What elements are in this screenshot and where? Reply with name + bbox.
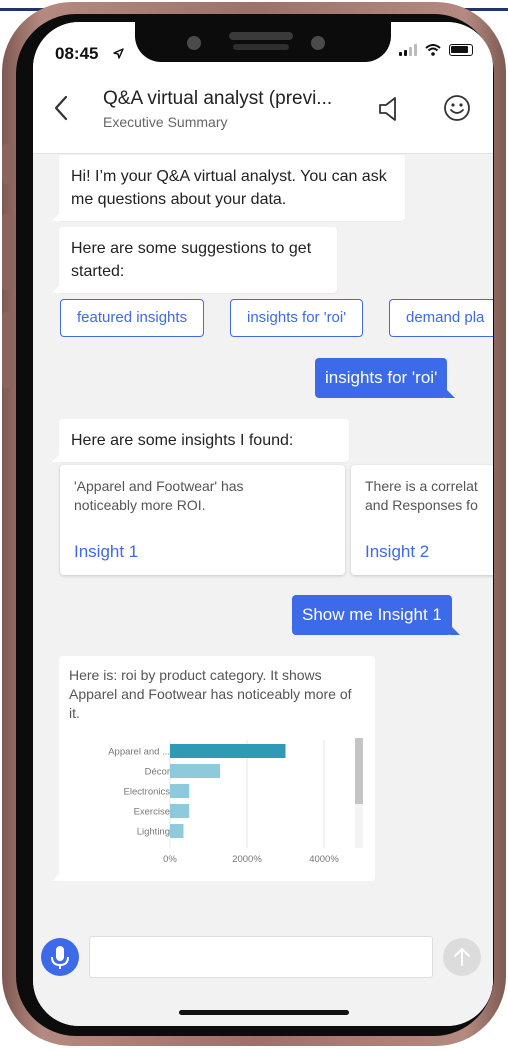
- insight-1-link[interactable]: Insight 1: [74, 542, 138, 562]
- chart-category-label: Lighting: [137, 827, 170, 838]
- message-input[interactable]: [89, 936, 433, 978]
- bot-greeting-message: Hi! I’m your Q&A virtual analyst. You ca…: [52, 155, 405, 221]
- insight-card-text-line: and Responses fo: [365, 497, 478, 513]
- page-subtitle: Executive Summary: [103, 114, 228, 130]
- chart-x-tick-label: 0%: [163, 854, 177, 865]
- chart-scrollbar-thumb[interactable]: [355, 738, 363, 804]
- suggestion-chip-demand-planning[interactable]: demand pla: [389, 299, 493, 337]
- insight-card-text-line: 'Apparel and Footwear' has: [74, 478, 244, 494]
- chart-bar[interactable]: [170, 744, 286, 758]
- front-camera: [187, 36, 201, 50]
- chart-category-label: Exercise: [134, 807, 170, 818]
- up-arrow-icon: [454, 948, 470, 966]
- suggestion-chip-featured-insights[interactable]: featured insights: [60, 299, 205, 337]
- chart-bar[interactable]: [170, 784, 190, 798]
- suggestion-chip-insights-roi[interactable]: insights for 'roi': [230, 299, 364, 337]
- microphone-button[interactable]: [41, 938, 79, 976]
- app-header: Q&A virtual analyst (previ... Executive …: [33, 72, 493, 154]
- phone-screen: 08:45 Q&A virtual analyst (previ... Exec…: [33, 22, 493, 1026]
- status-time: 08:45: [55, 44, 99, 63]
- wifi-icon: [425, 44, 441, 56]
- chart-category-label: Décor: [145, 767, 170, 778]
- speaker-icon[interactable]: [377, 96, 401, 122]
- suggestions-text: Here are some suggestions to get started…: [71, 240, 312, 280]
- chart-x-tick-label: 4000%: [309, 854, 339, 865]
- volume-up-button: [2, 214, 12, 290]
- earpiece-grille: [233, 44, 289, 50]
- chart-x-tick-label: 2000%: [232, 854, 262, 865]
- greeting-text: Hi! I’m your Q&A virtual analyst. You ca…: [71, 168, 387, 208]
- microphone-icon: [51, 946, 69, 969]
- roi-bar-chart[interactable]: Apparel and ... Décor Electronics Exercise L…: [59, 736, 375, 876]
- insights-intro-text: Here are some insights I found:: [71, 432, 294, 449]
- status-icons: [399, 44, 473, 56]
- home-indicator: [179, 1010, 349, 1015]
- chart-bar[interactable]: [170, 804, 190, 818]
- back-arrow-icon[interactable]: [53, 94, 69, 122]
- page-title: Q&A virtual analyst (previ...: [103, 88, 333, 109]
- battery-icon: [449, 44, 473, 56]
- bot-chart-message: Here is: roi by product category. It sho…: [52, 656, 375, 881]
- insight-card[interactable]: There is a correlat and Responses fo Ins…: [351, 465, 493, 575]
- user-message: Show me Insight 1: [292, 595, 460, 635]
- phone-frame: 08:45 Q&A virtual analyst (previ... Exec…: [2, 2, 506, 1046]
- chart-caption: Here is: roi by product category. It sho…: [69, 667, 352, 721]
- location-arrow-icon: [113, 48, 124, 59]
- chart-category-label: Electronics: [124, 787, 171, 798]
- insight-card-text-line: noticeably more ROI.: [74, 497, 206, 513]
- insight-2-link[interactable]: Insight 2: [365, 542, 429, 562]
- device-notch: [135, 22, 391, 62]
- chart-bar[interactable]: [170, 764, 221, 778]
- smiley-feedback-icon[interactable]: [443, 94, 471, 122]
- volume-down-button: [2, 312, 12, 388]
- face-sensor: [311, 36, 325, 50]
- send-button[interactable]: [443, 938, 481, 976]
- user-message: insights for 'roi': [315, 358, 456, 398]
- bot-suggestions-message: Here are some suggestions to get started…: [52, 227, 337, 293]
- silent-switch: [2, 144, 12, 184]
- bot-insights-message: Here are some insights I found:: [52, 419, 349, 462]
- insight-card[interactable]: 'Apparel and Footwear' has noticeably mo…: [60, 465, 345, 575]
- cellular-signal-icon: [399, 44, 417, 56]
- chart-category-label: Apparel and ...: [108, 747, 170, 758]
- chart-bar[interactable]: [170, 824, 184, 838]
- earpiece: [229, 32, 293, 40]
- insight-card-text-line: There is a correlat: [365, 478, 478, 494]
